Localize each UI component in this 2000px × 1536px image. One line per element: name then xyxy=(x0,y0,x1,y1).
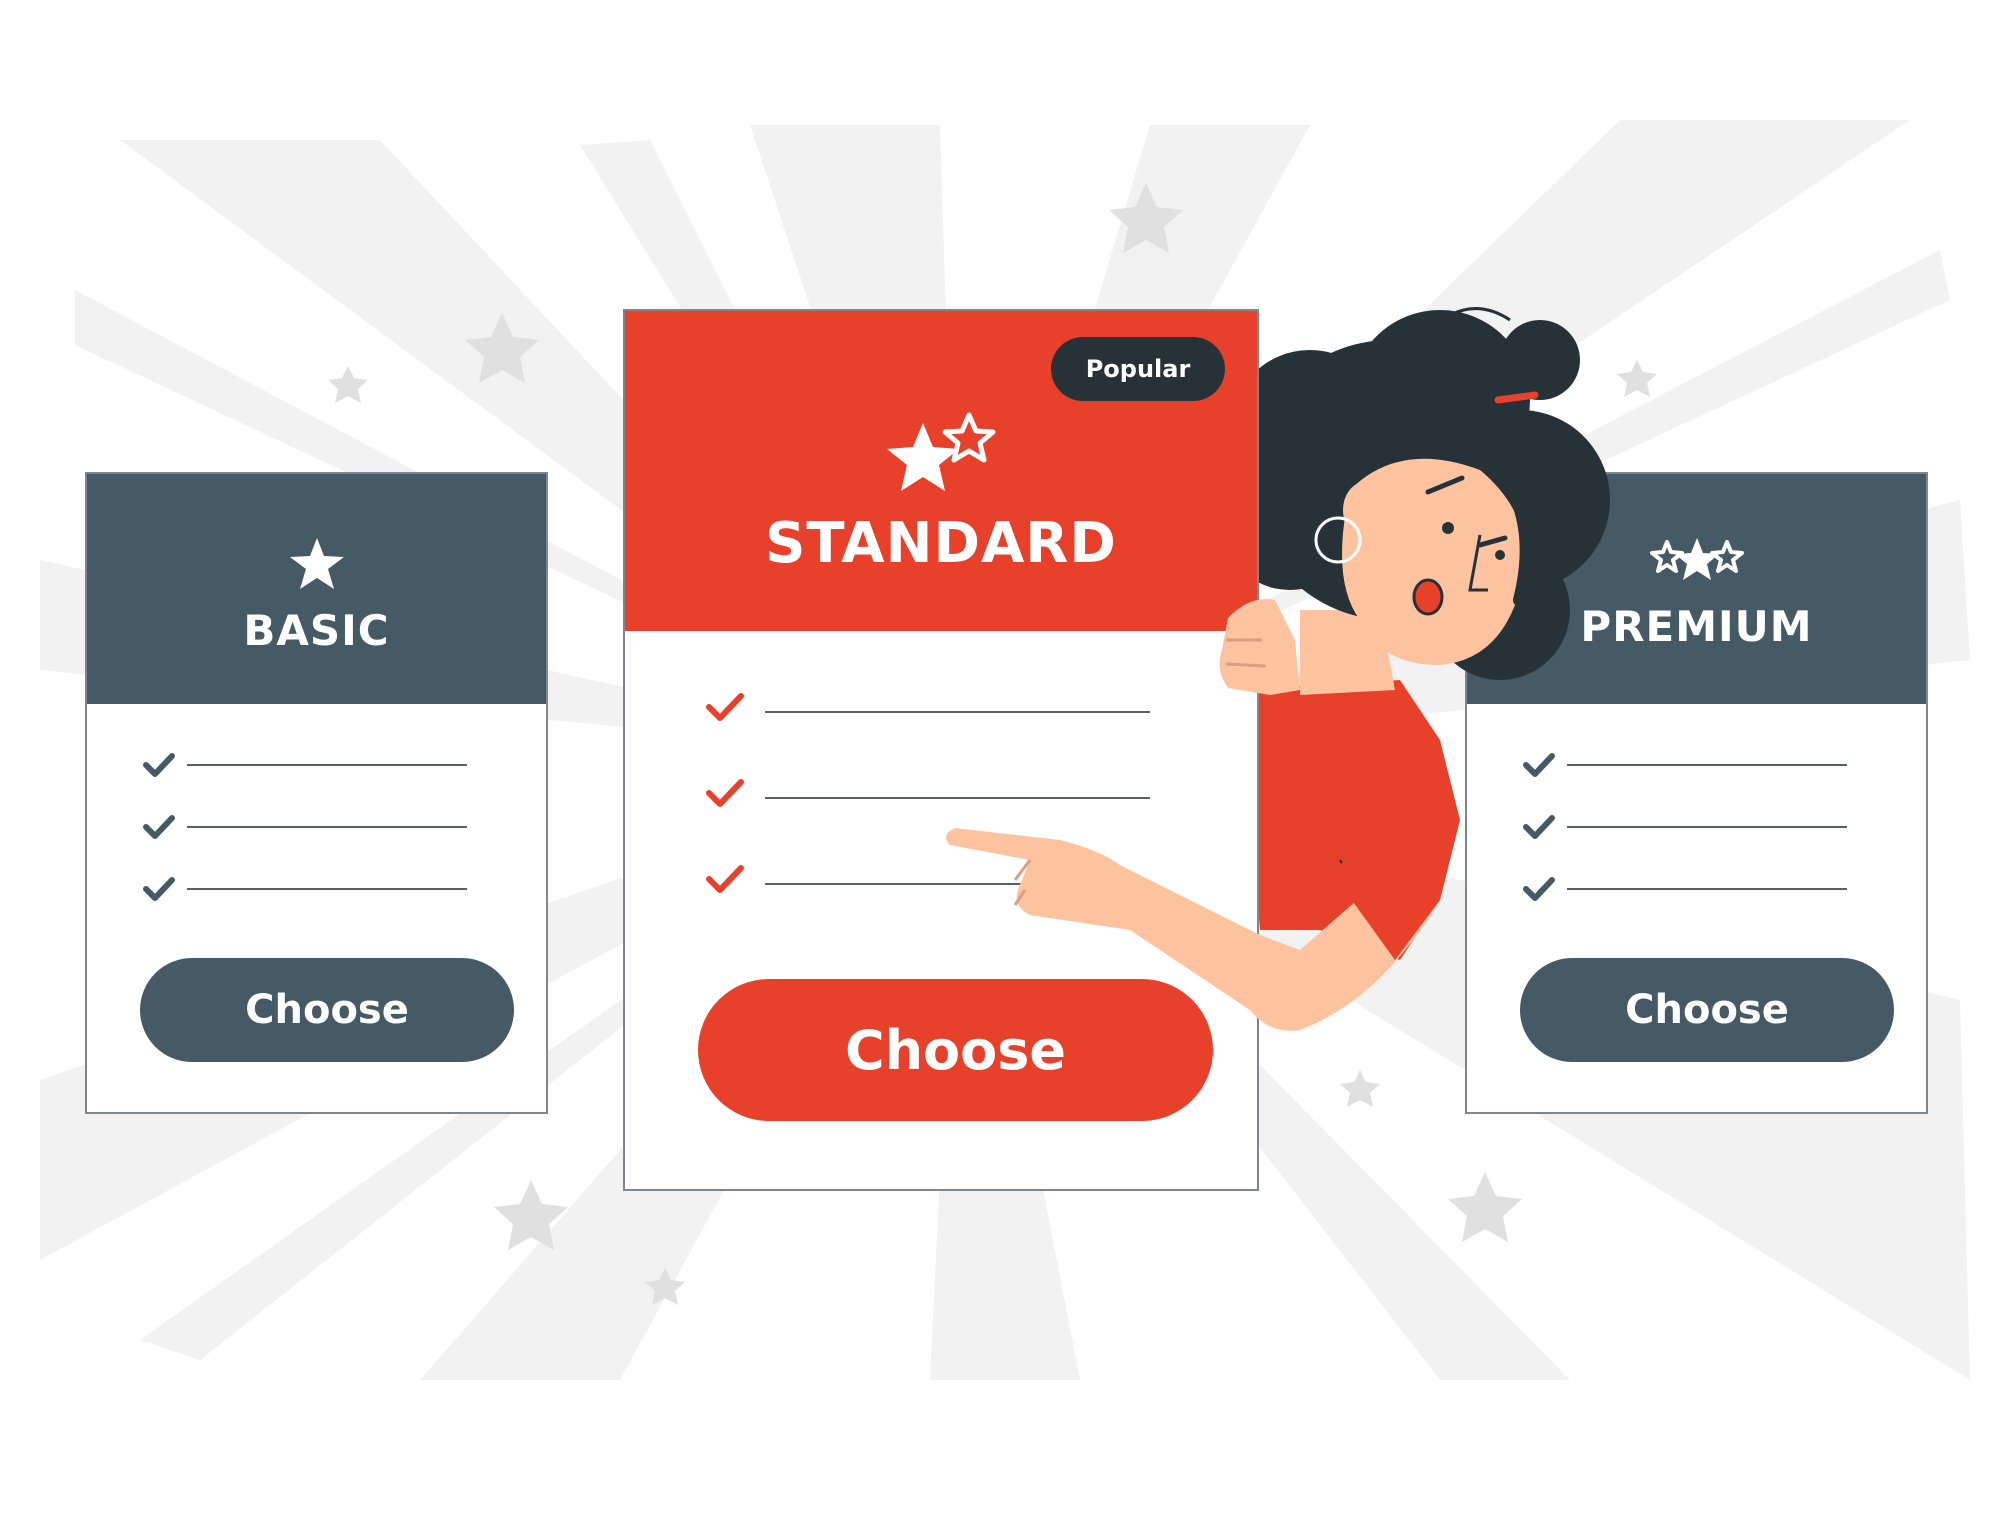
pointing-hand-illustration xyxy=(946,599,1440,1031)
